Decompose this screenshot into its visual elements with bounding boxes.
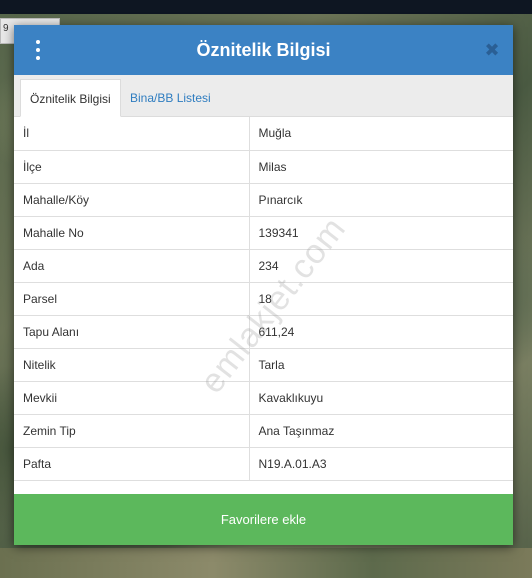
attr-value: Pınarcık [248, 182, 513, 217]
attr-value: Kavaklıkuyu [248, 380, 513, 415]
table-row: Mahalle/Köy Pınarcık [14, 182, 513, 217]
map-bottom-terrain [0, 548, 532, 578]
attribute-dialog: Öznitelik Bilgisi ✖ Öznitelik Bilgisi Bi… [14, 25, 513, 545]
table-row: Pafta N19.A.01.A3 [14, 446, 513, 481]
attr-value: 611,24 [248, 314, 513, 349]
table-row: Mevkii Kavaklıkuyu [14, 380, 513, 415]
table-row: Zemin Tip Ana Taşınmaz [14, 413, 513, 448]
attr-value: 18 [248, 281, 513, 316]
attr-key: İlçe [14, 149, 250, 184]
tab-attribute-info[interactable]: Öznitelik Bilgisi [20, 79, 121, 117]
table-row: Mahalle No 139341 [14, 215, 513, 250]
attribute-table: İl Muğla İlçe Milas Mahalle/Köy Pınarcık… [14, 117, 513, 481]
attr-key: Parsel [14, 281, 250, 316]
table-row: Nitelik Tarla [14, 347, 513, 382]
attr-value: Milas [248, 149, 513, 184]
attr-value: 234 [248, 248, 513, 283]
table-row: İlçe Milas [14, 149, 513, 184]
attr-key: Ada [14, 248, 250, 283]
attr-key: Tapu Alanı [14, 314, 250, 349]
attr-key: İl [14, 117, 250, 151]
tab-bar: Öznitelik Bilgisi Bina/BB Listesi [14, 75, 513, 117]
table-row: İl Muğla [14, 117, 513, 151]
attr-value: N19.A.01.A3 [248, 446, 513, 481]
attr-key: Mevkii [14, 380, 250, 415]
table-row: Ada 234 [14, 248, 513, 283]
attr-value: Tarla [248, 347, 513, 382]
map-top-bar [0, 0, 532, 14]
add-to-favorites-button[interactable]: Favorilere ekle [14, 494, 513, 545]
close-icon[interactable]: ✖ [484, 40, 500, 60]
attr-value: Ana Taşınmaz [248, 413, 513, 448]
dialog-title: Öznitelik Bilgisi [196, 40, 331, 60]
attr-value: 139341 [248, 215, 513, 250]
attr-key: Nitelik [14, 347, 250, 382]
table-row: Parsel 18 [14, 281, 513, 316]
tab-building-list[interactable]: Bina/BB Listesi [121, 79, 220, 117]
attr-key: Zemin Tip [14, 413, 250, 448]
attr-key: Pafta [14, 446, 250, 481]
table-row: Tapu Alanı 611,24 [14, 314, 513, 349]
attr-value: Muğla [248, 117, 513, 151]
dialog-header: Öznitelik Bilgisi ✖ [14, 25, 513, 75]
attr-key: Mahalle/Köy [14, 182, 250, 217]
attr-key: Mahalle No [14, 215, 250, 250]
